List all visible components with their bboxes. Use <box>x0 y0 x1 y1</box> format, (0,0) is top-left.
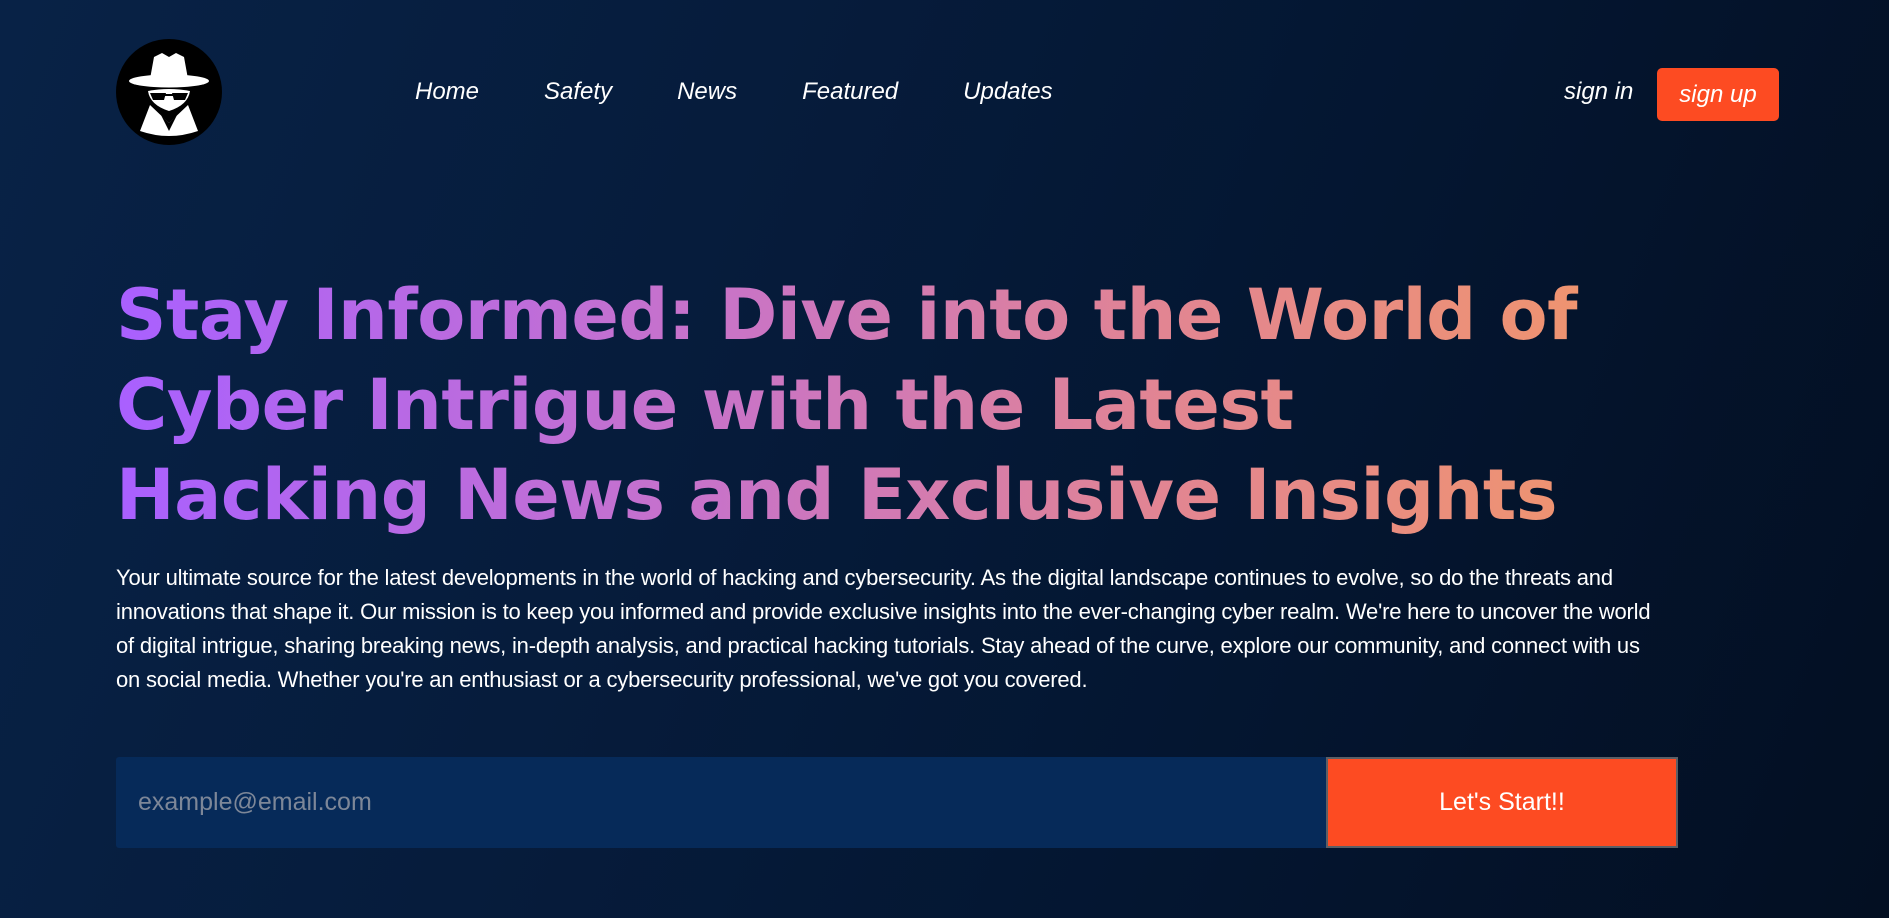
email-input[interactable] <box>116 757 1326 848</box>
sign-in-link[interactable]: sign in <box>1564 78 1633 106</box>
email-signup-form: Let's Start!! <box>116 757 1678 848</box>
hero-description: Your ultimate source for the latest deve… <box>116 565 1651 692</box>
top-navigation: Home Safety News Featured Updates sign i… <box>0 0 1889 190</box>
main-menu: Home Safety News Featured Updates <box>415 78 1118 106</box>
sign-up-button[interactable]: sign up <box>1657 68 1779 121</box>
nav-link-home[interactable]: Home <box>415 78 479 106</box>
logo[interactable] <box>116 39 222 145</box>
nav-link-news[interactable]: News <box>677 78 737 106</box>
nav-link-updates[interactable]: Updates <box>963 78 1052 106</box>
hero-headline: Stay Informed: Dive into the World of Cy… <box>116 270 1616 540</box>
hacker-spy-icon <box>129 53 209 136</box>
nav-link-safety[interactable]: Safety <box>544 78 612 106</box>
nav-link-featured[interactable]: Featured <box>802 78 898 106</box>
lets-start-button[interactable]: Let's Start!! <box>1326 757 1678 848</box>
